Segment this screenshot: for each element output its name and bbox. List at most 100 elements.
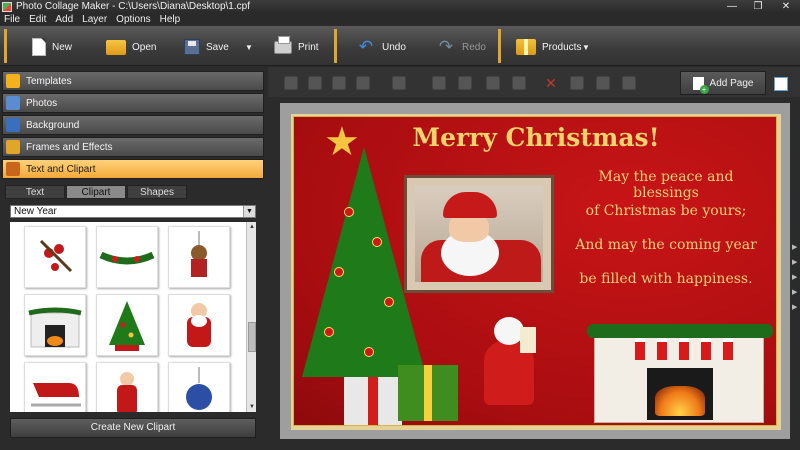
page-settings-icon[interactable]: [774, 77, 788, 91]
open-label: Open: [132, 41, 157, 53]
tab-clipart[interactable]: Clipart: [66, 185, 126, 199]
fireplace-clipart[interactable]: [24, 294, 86, 356]
sleigh-clipart[interactable]: [24, 362, 86, 412]
open-button[interactable]: Open: [106, 32, 156, 62]
new-button[interactable]: New: [32, 32, 72, 62]
page-nav-arrows[interactable]: ▶ ▶ ▶ ▶ ▶: [792, 240, 800, 315]
text-clipart-icon: [6, 162, 20, 176]
chevron-down-icon[interactable]: ▼: [243, 206, 255, 217]
printer-icon: [274, 35, 292, 54]
chevron-right-icon[interactable]: ▶: [792, 285, 800, 300]
blue-bauble-clipart[interactable]: [168, 362, 230, 412]
redo-button[interactable]: ↷ Redo: [436, 32, 486, 62]
santa-photo-frame[interactable]: [404, 175, 554, 293]
fireplace-image[interactable]: [587, 324, 773, 423]
christmas-tree-clipart[interactable]: [96, 294, 158, 356]
section-photos[interactable]: Photos: [2, 93, 264, 113]
scroll-down-arrow-icon[interactable]: ▼: [247, 402, 257, 412]
gear-icon[interactable]: [596, 76, 610, 90]
section-background[interactable]: Background: [2, 115, 264, 135]
flip-vertical-icon[interactable]: [512, 76, 526, 90]
new-label: New: [52, 41, 73, 53]
verse-line[interactable]: And may the coming year: [566, 237, 766, 253]
crop-icon[interactable]: [570, 76, 584, 90]
menu-add[interactable]: Add: [51, 14, 78, 25]
verse-line[interactable]: be filled with happiness.: [566, 271, 766, 287]
maximize-button[interactable]: ❐: [746, 0, 770, 13]
menu-file[interactable]: File: [0, 14, 25, 25]
ornament: [344, 207, 354, 217]
products-button[interactable]: Products: [516, 32, 581, 62]
section-frames-and-effects[interactable]: Frames and Effects: [2, 137, 264, 157]
chevron-right-icon[interactable]: ▶: [792, 270, 800, 285]
menu-edit[interactable]: Edit: [25, 14, 51, 25]
tab-shapes[interactable]: Shapes: [127, 185, 187, 199]
bring-forward-icon[interactable]: [308, 76, 322, 90]
section-templates[interactable]: Templates: [2, 71, 264, 91]
clipart-grid: [10, 222, 246, 412]
ornament: [384, 297, 394, 307]
new-document-icon: [32, 38, 46, 56]
rotate-left-icon[interactable]: [432, 76, 446, 90]
bring-to-front-icon[interactable]: [284, 76, 298, 90]
save-button[interactable]: Save: [184, 32, 229, 62]
main-toolbar: New Open Save ▼ Print ↶ Undo ↷ Redo Prod…: [0, 26, 800, 66]
scroll-up-arrow-icon[interactable]: ▲: [247, 222, 257, 232]
add-page-icon: [692, 76, 709, 94]
section-text-and-clipart[interactable]: Text and Clipart: [2, 159, 264, 179]
clipart-scrollbar[interactable]: ▲ ▼: [246, 222, 256, 412]
minimize-button[interactable]: —: [720, 0, 744, 13]
tab-text[interactable]: Text: [5, 185, 65, 199]
card-title[interactable]: Merry Christmas!: [406, 123, 666, 152]
undo-label: Undo: [382, 41, 406, 53]
add-page-label: Add Page: [709, 77, 754, 89]
ornament: [372, 237, 382, 247]
frames-icon: [6, 140, 20, 154]
verse-line[interactable]: May the peace and blessings: [566, 169, 766, 201]
undo-button[interactable]: ↶ Undo: [356, 32, 406, 62]
print-button[interactable]: Print: [274, 32, 319, 62]
white-gift-image[interactable]: [344, 377, 402, 425]
add-page-button[interactable]: Add Page: [680, 71, 766, 95]
garland-clipart[interactable]: [96, 226, 158, 288]
redo-label: Redo: [462, 41, 486, 53]
gift-box-icon: [516, 39, 536, 55]
menu-layer[interactable]: Layer: [78, 14, 112, 25]
santa-clipart-image[interactable]: [480, 311, 538, 411]
verse-line[interactable]: of Christmas be yours;: [566, 203, 766, 219]
chevron-right-icon[interactable]: ▶: [792, 240, 800, 255]
close-button[interactable]: ✕: [772, 0, 800, 13]
ornament: [334, 267, 344, 277]
scrollbar-thumb[interactable]: [248, 322, 256, 352]
send-to-back-icon[interactable]: [356, 76, 370, 90]
floppy-disk-icon: [184, 39, 200, 55]
save-dropdown-arrow[interactable]: ▼: [245, 32, 253, 62]
menu-options[interactable]: Options: [112, 14, 155, 25]
create-new-clipart-button[interactable]: Create New Clipart: [10, 418, 256, 438]
rotate-right-icon[interactable]: [458, 76, 472, 90]
delete-icon[interactable]: ✕: [544, 76, 558, 90]
lock-icon[interactable]: [622, 76, 636, 90]
align-icon[interactable]: [392, 76, 406, 90]
background-icon: [6, 118, 20, 132]
santa-photo: [415, 186, 543, 282]
chevron-right-icon[interactable]: ▶: [792, 255, 800, 270]
berries-clipart[interactable]: [24, 226, 86, 288]
green-gift-image[interactable]: [398, 365, 458, 421]
chevron-right-icon[interactable]: ▶: [792, 300, 800, 315]
subtab-bar: Text Clipart Shapes: [5, 185, 188, 199]
reindeer-ornament-clipart[interactable]: [168, 226, 230, 288]
santa-figure-clipart[interactable]: [96, 362, 158, 412]
send-backward-icon[interactable]: [332, 76, 346, 90]
flip-horizontal-icon[interactable]: [486, 76, 500, 90]
collage-card[interactable]: ★ Merry Christmas! May the peace and ble…: [293, 116, 777, 426]
santa-clipart[interactable]: [168, 294, 230, 356]
section-label: Background: [26, 119, 80, 131]
category-dropdown[interactable]: New Year ▼: [10, 205, 256, 218]
app-icon: [2, 1, 12, 12]
folder-icon: [106, 39, 126, 55]
menu-help[interactable]: Help: [156, 14, 186, 25]
products-dropdown-arrow[interactable]: ▼: [582, 32, 590, 62]
section-label: Text and Clipart: [26, 163, 96, 175]
section-label: Frames and Effects: [26, 141, 113, 153]
